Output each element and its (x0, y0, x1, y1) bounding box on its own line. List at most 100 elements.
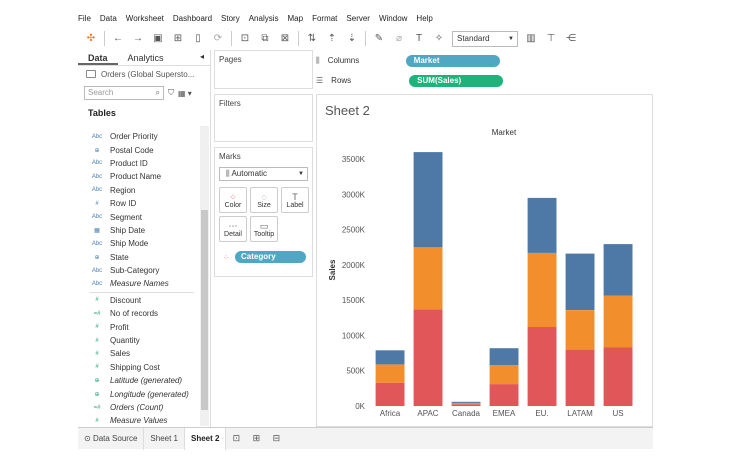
bar-segment[interactable] (603, 347, 633, 406)
new-dashboard-icon[interactable]: ⊞ (246, 433, 266, 444)
measure-field[interactable]: # Profit (78, 320, 200, 333)
sort-descending-icon[interactable]: ⇣ (345, 32, 359, 46)
menu-window[interactable]: Window (379, 12, 407, 26)
measure-field[interactable]: ⊕ Latitude (generated) (78, 374, 200, 387)
measure-field[interactable]: ⊕ Longitude (generated) (78, 387, 200, 400)
menu-format[interactable]: Format (312, 12, 337, 26)
dimension-field[interactable]: Abc Order Priority (78, 130, 200, 143)
menu-map[interactable]: Map (288, 12, 304, 26)
tab-data[interactable]: Data (78, 50, 118, 65)
presentation-icon[interactable]: ⊤ (544, 32, 558, 46)
bar-segment[interactable] (413, 247, 443, 310)
detail-button[interactable]: ⋯ Detail (219, 216, 247, 242)
menu-file[interactable]: File (78, 12, 91, 26)
bar-segment[interactable] (603, 244, 633, 296)
size-button[interactable]: ◌ Size (250, 187, 278, 213)
bar-segment[interactable] (565, 310, 595, 350)
dimension-field[interactable]: ▦ Ship Date (78, 224, 200, 237)
scrollbar-thumb[interactable] (201, 210, 208, 410)
redo-icon[interactable]: → (131, 32, 145, 46)
menu-data[interactable]: Data (100, 12, 117, 26)
menu-server[interactable]: Server (346, 12, 370, 26)
sheet1-tab[interactable]: Sheet 1 (144, 427, 185, 450)
dimension-field[interactable]: Abc Region (78, 184, 200, 197)
measure-field[interactable]: # Quantity (78, 334, 200, 347)
bar-segment[interactable] (565, 253, 595, 310)
new-story-icon[interactable]: ⊟ (266, 433, 286, 444)
group-icon[interactable]: ⌀ (392, 32, 406, 46)
sheet2-tab[interactable]: Sheet 2 (184, 427, 227, 450)
search-input[interactable]: Search ⌕ (84, 86, 164, 100)
tooltip-button[interactable]: ▭ Tooltip (250, 216, 278, 242)
measure-field[interactable]: =# Orders (Count) (78, 401, 200, 414)
label-button[interactable]: T Label (281, 187, 309, 213)
measure-field[interactable]: # Sales (78, 347, 200, 360)
bar-segment[interactable] (451, 401, 481, 403)
fit-select[interactable]: Standard ▼ (452, 30, 518, 47)
pause-updates-icon[interactable]: ▯ (191, 32, 205, 46)
menu-analysis[interactable]: Analysis (249, 12, 279, 26)
market-pill[interactable]: Market (405, 54, 500, 67)
measure-field[interactable]: # Shipping Cost (78, 361, 200, 374)
bar-segment[interactable] (413, 309, 443, 406)
dimension-field[interactable]: Abc Ship Mode (78, 237, 200, 250)
clear-sheet-icon[interactable]: ⊠ (278, 32, 292, 46)
dimension-field[interactable]: Abc Segment (78, 210, 200, 223)
dimension-field[interactable]: # Row ID (78, 197, 200, 210)
datasource-tab[interactable]: ⊙ Data Source (78, 427, 145, 450)
bar-segment[interactable] (375, 350, 405, 365)
bar-segment[interactable] (375, 382, 405, 406)
menu-dashboard[interactable]: Dashboard (173, 12, 212, 26)
bar-segment[interactable] (413, 152, 443, 248)
bar-segment[interactable] (451, 404, 481, 406)
view-options-icon[interactable]: ▦ ▾ (178, 89, 192, 98)
bar-segment[interactable] (565, 349, 595, 406)
new-worksheet-icon[interactable]: ⊡ (226, 433, 246, 444)
mark-type-select[interactable]: ⫼ Automatic ▼ (219, 167, 308, 181)
dimension-field[interactable]: Abc Measure Names (78, 277, 200, 290)
show-cards-icon[interactable]: ▥ (524, 32, 538, 46)
filters-card[interactable]: Filters (214, 94, 313, 142)
bar-segment[interactable] (451, 402, 481, 405)
measure-field[interactable]: # Measure Values (78, 414, 200, 427)
bar-segment[interactable] (527, 197, 557, 253)
sort-ascending-icon[interactable]: ⇡ (325, 32, 339, 46)
pin-icon[interactable]: ✧ (432, 32, 446, 46)
dimension-field[interactable]: Abc Product Name (78, 170, 200, 183)
dimension-field[interactable]: Abc Sub-Category (78, 264, 200, 277)
filter-icon[interactable]: ⛉ (168, 88, 174, 98)
dimension-field[interactable]: ⊕ Postal Code (78, 143, 200, 156)
datasource-row[interactable]: Orders (Global Supersto... (78, 66, 210, 82)
refresh-icon[interactable]: ⟳ (211, 32, 225, 46)
pages-card[interactable]: Pages (214, 50, 313, 89)
share-icon[interactable]: ⋲ (564, 32, 578, 46)
scrollbar[interactable] (200, 126, 209, 426)
menu-story[interactable]: Story (221, 12, 240, 26)
dimension-field[interactable]: ⊕ State (78, 251, 200, 264)
dimension-field[interactable]: Abc Product ID (78, 157, 200, 170)
color-button[interactable]: ⁘ Color (219, 187, 247, 213)
bar-segment[interactable] (489, 384, 519, 406)
bar-segment[interactable] (527, 327, 557, 406)
minimize-icon[interactable]: ◂ (200, 50, 204, 65)
measure-field[interactable]: =# No of records (78, 307, 200, 320)
new-worksheet-icon[interactable]: ⊡ (238, 32, 252, 46)
menu-worksheet[interactable]: Worksheet (126, 12, 164, 26)
sum-sales-pill[interactable]: SUM(Sales) (409, 74, 504, 87)
bar-segment[interactable] (489, 348, 519, 366)
bar-segment[interactable] (489, 365, 519, 385)
show-labels-icon[interactable]: T (412, 32, 426, 46)
swap-axes-icon[interactable]: ⇅ (305, 32, 319, 46)
save-icon[interactable]: ▣ (151, 32, 165, 46)
duplicate-sheet-icon[interactable]: ⧉ (258, 32, 272, 46)
bar-segment[interactable] (603, 295, 633, 348)
new-datasource-icon[interactable]: ⊞ (171, 32, 185, 46)
menu-help[interactable]: Help (416, 12, 432, 26)
undo-icon[interactable]: ← (111, 32, 125, 46)
tab-analytics[interactable]: Analytics (118, 50, 174, 65)
bar-segment[interactable] (375, 364, 405, 383)
highlight-icon[interactable]: ✎ (372, 32, 386, 46)
measure-field[interactable]: # Discount (78, 294, 200, 307)
category-pill[interactable]: Category (235, 251, 306, 263)
bar-segment[interactable] (527, 252, 557, 327)
